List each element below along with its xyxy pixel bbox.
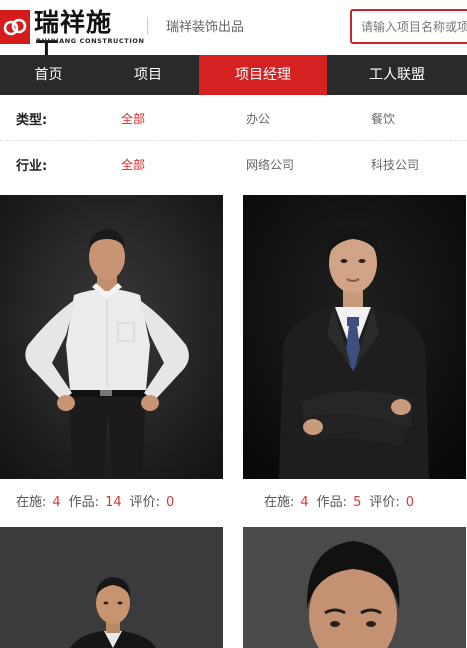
manager-card[interactable]: 在施: 4 作品: 14 评价: 0 <box>0 195 223 527</box>
filter-label-industry: 行业: <box>16 159 48 174</box>
header: 瑞祥施工 RUIXIANG CONSTRUCTION 瑞祥装饰出品 <box>0 0 467 65</box>
filter-option-all[interactable]: 全部 <box>121 110 145 127</box>
stat-works-label: 作品: <box>316 495 348 510</box>
nav-item-project-managers[interactable]: 项目经理 <box>199 55 327 95</box>
stat-ongoing-label: 在施: <box>16 495 47 510</box>
logo[interactable]: 瑞祥施工 RUIXIANG CONSTRUCTION <box>0 9 144 65</box>
filter-option-network-company[interactable]: 网络公司 <box>246 156 294 173</box>
stat-rating-label: 评价: <box>369 495 400 510</box>
stat-ongoing-label: 在施: <box>264 495 295 510</box>
stat-ongoing-value: 4 <box>52 495 61 510</box>
manager-stats: 在施: 4 作品: 5 评价: 0 <box>243 479 466 527</box>
tagline: 瑞祥装饰出品 <box>166 20 245 35</box>
stat-works-value: 5 <box>353 495 362 510</box>
manager-card[interactable] <box>0 527 223 648</box>
manager-photo[interactable] <box>0 195 223 479</box>
main-nav: 首页 项目 项目经理 工人联盟 <box>0 55 467 95</box>
logo-subtext: RUIXIANG CONSTRUCTION <box>36 37 145 45</box>
manager-card[interactable] <box>243 527 466 648</box>
header-divider <box>147 17 148 34</box>
search-input[interactable] <box>352 11 467 42</box>
stat-works-label: 作品: <box>68 495 100 510</box>
filter-label-type: 类型: <box>16 113 48 128</box>
stat-rating-value: 0 <box>166 495 175 510</box>
filter-option-dining[interactable]: 餐饮 <box>371 110 395 127</box>
logo-mark-icon <box>0 10 30 44</box>
stat-ongoing-value: 4 <box>300 495 309 510</box>
manager-photo[interactable] <box>0 527 223 648</box>
nav-item-worker-alliance[interactable]: 工人联盟 <box>327 55 467 95</box>
stat-works-value: 14 <box>105 495 122 510</box>
manager-photo[interactable] <box>243 195 466 479</box>
stat-rating-label: 评价: <box>129 495 160 510</box>
nav-item-home[interactable]: 首页 <box>0 55 97 95</box>
filter-row-industry: 行业: 全部 网络公司 科技公司 <box>0 141 467 187</box>
filter-row-type: 类型: 全部 办公 餐饮 <box>0 95 467 141</box>
manager-card[interactable]: 在施: 4 作品: 5 评价: 0 <box>243 195 466 527</box>
filter-option-tech-company[interactable]: 科技公司 <box>371 156 419 173</box>
search-box <box>350 9 467 44</box>
filter-option-all[interactable]: 全部 <box>121 156 145 173</box>
manager-photo[interactable] <box>243 527 466 648</box>
stat-rating-value: 0 <box>405 495 415 510</box>
nav-item-projects[interactable]: 项目 <box>97 55 199 95</box>
filter-option-office[interactable]: 办公 <box>246 110 270 127</box>
manager-stats: 在施: 4 作品: 14 评价: 0 <box>0 479 223 527</box>
